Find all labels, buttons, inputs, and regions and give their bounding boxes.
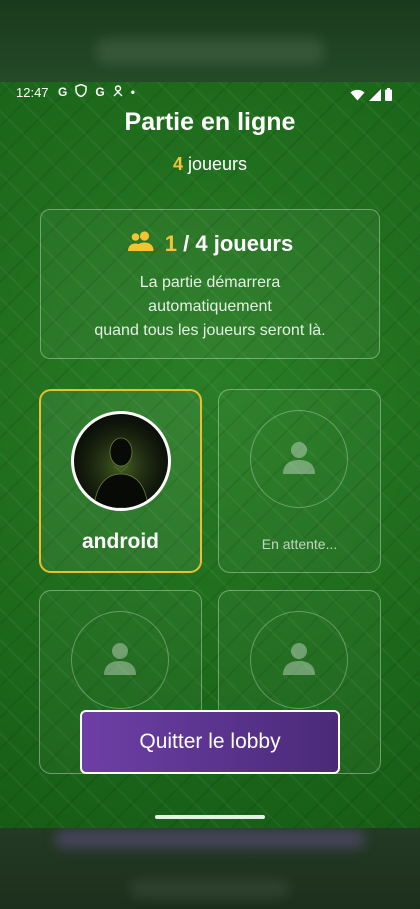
person-placeholder-icon — [281, 640, 317, 680]
current-players: 1 — [164, 231, 178, 256]
lobby-message-line: quand tous les joueurs seront là. — [94, 322, 326, 339]
lobby-progress: 1 / 4 joueurs — [41, 230, 379, 258]
status-time: 12:47 — [16, 85, 49, 100]
lobby-message-line: La partie démarrera — [139, 274, 281, 291]
background-blur-top — [0, 0, 420, 82]
shield-icon — [75, 83, 88, 100]
lobby-message-line: automatiquement — [148, 298, 272, 315]
quit-lobby-button[interactable]: Quitter le lobby — [80, 710, 340, 774]
players-icon — [127, 230, 155, 258]
empty-avatar-circle — [71, 611, 169, 709]
google-icon: G — [58, 85, 68, 99]
slot-status: En attente... — [261, 536, 338, 552]
player-count-label: joueurs — [187, 154, 248, 174]
status-bar: 12:47 G G • — [0, 82, 420, 106]
person-placeholder-icon — [281, 439, 317, 479]
empty-avatar-circle — [250, 611, 348, 709]
player-count-subtitle: 4 joueurs — [0, 154, 420, 175]
background-blur-bottom — [0, 828, 420, 909]
lobby-screen: 12:47 G G • Partie en ligne 4 joueurs 1 … — [0, 82, 420, 828]
player-slot-1[interactable]: android — [39, 389, 202, 573]
lobby-info-card: 1 / 4 joueurs La partie démarrera automa… — [40, 209, 380, 359]
signal-icon — [369, 86, 381, 105]
notification-icons: G G • — [58, 83, 135, 100]
total-players: / 4 joueurs — [183, 231, 294, 256]
player-avatar — [71, 411, 171, 511]
person-placeholder-icon — [102, 640, 138, 680]
page-title: Partie en ligne — [124, 108, 296, 136]
battery-icon — [385, 86, 392, 105]
lobby-message: La partie démarrera automatiquement quan… — [41, 271, 379, 343]
player-slot-2[interactable]: En attente... — [218, 389, 381, 573]
empty-avatar-circle — [250, 410, 348, 508]
dot-icon: • — [130, 85, 135, 99]
home-indicator[interactable] — [155, 815, 265, 819]
player-count-number: 4 — [172, 154, 183, 174]
wifi-icon — [350, 86, 365, 105]
google-icon-2: G — [95, 85, 105, 99]
player-name: android — [82, 530, 159, 553]
privacy-icon — [113, 84, 123, 100]
system-icons — [350, 86, 392, 105]
